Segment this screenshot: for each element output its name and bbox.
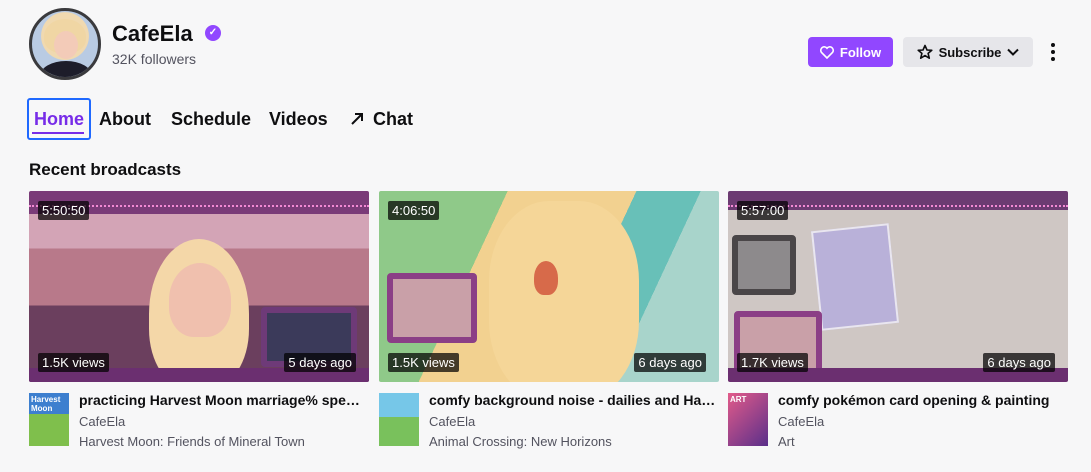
video-age: 5 days ago — [284, 353, 356, 372]
video-duration: 4:06:50 — [388, 201, 440, 220]
channel-avatar[interactable] — [29, 8, 101, 80]
tab-schedule[interactable]: Schedule — [171, 98, 251, 140]
follow-button-label: Follow — [839, 44, 882, 60]
video-age: 6 days ago — [634, 353, 706, 372]
video-card: 5:57:00 1.7K views 6 days ago ART comfy … — [728, 191, 1068, 452]
thumbnail-overhead-cam — [732, 235, 796, 295]
avatar-shirt — [40, 61, 92, 77]
video-card: 5:50:50 1.5K views 5 days ago Harvest Mo… — [29, 191, 369, 452]
verified-badge-icon: ✓ — [205, 25, 221, 41]
video-title[interactable]: comfy pokémon card opening & painting — [778, 392, 1066, 408]
video-thumbnail[interactable]: 5:50:50 1.5K views 5 days ago — [29, 191, 369, 382]
thumbnail-face — [169, 263, 231, 337]
thumbnail-sand — [489, 201, 639, 382]
video-game[interactable]: Art — [778, 434, 795, 449]
game-boxart[interactable]: ART — [728, 393, 768, 446]
game-boxart[interactable]: Harvest Moon — [29, 393, 69, 446]
tab-home[interactable]: Home — [27, 98, 91, 140]
tab-about[interactable]: About — [99, 98, 151, 140]
follower-count: 32K followers — [112, 51, 197, 67]
subscribe-button-label: Subscribe — [938, 44, 1002, 60]
game-boxart[interactable] — [379, 393, 419, 446]
video-game[interactable]: Harvest Moon: Friends of Mineral Town — [79, 434, 305, 449]
video-views: 1.5K views — [388, 353, 459, 372]
video-title[interactable]: practicing Harvest Moon marriage% speedr… — [79, 392, 367, 408]
boxart-logo-text: ART — [730, 395, 747, 404]
boxart-logo-text: Harvest Moon — [31, 395, 61, 413]
video-game[interactable]: Animal Crossing: New Horizons — [429, 434, 612, 449]
more-options-icon[interactable] — [1043, 37, 1063, 67]
heart-icon — [819, 45, 834, 59]
video-views: 1.7K views — [737, 353, 808, 372]
video-meta: ART comfy pokémon card opening & paintin… — [728, 392, 1068, 452]
more-dot — [1051, 50, 1055, 54]
video-duration: 5:50:50 — [38, 201, 90, 220]
subscribe-button[interactable]: Subscribe — [903, 37, 1033, 67]
thumbnail-webcam — [387, 273, 477, 343]
channel-header: CafeEla ✓ 32K followers Follow Subscribe — [29, 8, 1069, 80]
video-card: 4:06:50 1.5K views 6 days ago comfy back… — [379, 191, 719, 452]
video-channel[interactable]: CafeEla — [79, 414, 125, 429]
video-title[interactable]: comfy background noise - dailies and Hap… — [429, 392, 717, 408]
video-views: 1.5K views — [38, 353, 109, 372]
chevron-down-icon — [1007, 48, 1020, 56]
tab-videos[interactable]: Videos — [269, 98, 328, 140]
external-arrow-icon — [351, 113, 363, 125]
more-dot — [1051, 57, 1055, 61]
channel-tabs: Home About Schedule Videos Chat — [27, 98, 527, 140]
video-meta: comfy background noise - dailies and Hap… — [379, 392, 719, 452]
video-channel[interactable]: CafeEla — [429, 414, 475, 429]
video-thumbnail[interactable]: 4:06:50 1.5K views 6 days ago — [379, 191, 719, 382]
video-channel[interactable]: CafeEla — [778, 414, 824, 429]
star-icon — [916, 44, 933, 59]
more-dot — [1051, 43, 1055, 47]
video-duration: 5:57:00 — [737, 201, 789, 220]
thumbnail-villager — [534, 261, 558, 295]
section-title: Recent broadcasts — [29, 160, 182, 179]
video-meta: Harvest Moon practicing Harvest Moon mar… — [29, 392, 369, 452]
channel-name[interactable]: CafeEla — [112, 21, 193, 47]
video-thumbnail[interactable]: 5:57:00 1.7K views 6 days ago — [728, 191, 1068, 382]
follow-button[interactable]: Follow — [808, 37, 893, 67]
video-age: 6 days ago — [983, 353, 1055, 372]
tab-chat[interactable]: Chat — [349, 98, 413, 140]
tab-chat-label: Chat — [373, 108, 413, 129]
avatar-face — [54, 31, 78, 59]
thumbnail-pokemon-card — [810, 223, 900, 331]
